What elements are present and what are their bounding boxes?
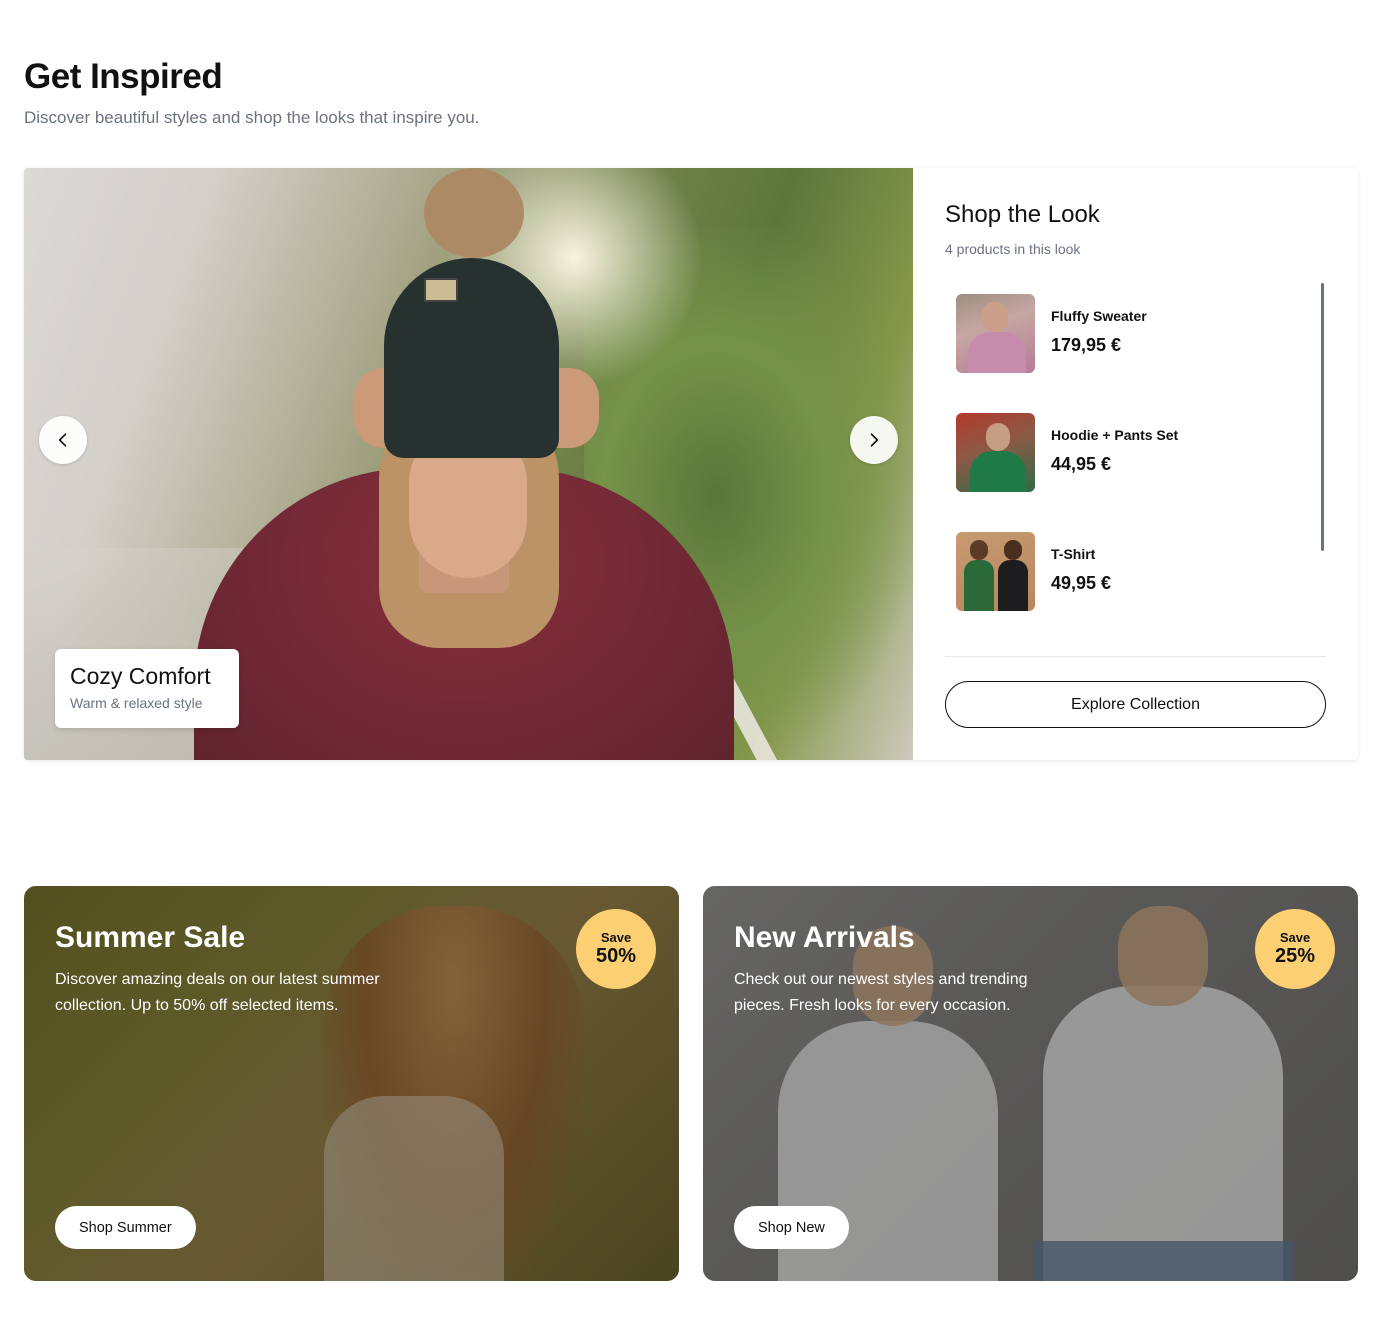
panel-subtitle: 4 products in this look bbox=[945, 241, 1081, 257]
summer-sale-description: Discover amazing deals on our latest sum… bbox=[55, 971, 380, 1014]
page-subtitle: Discover beautiful styles and shop the l… bbox=[24, 108, 480, 127]
look-hero-image: Cozy Comfort Warm & relaxed style bbox=[24, 168, 913, 760]
badge-label: Save bbox=[1279, 930, 1311, 945]
panel-divider bbox=[945, 656, 1326, 657]
shop-the-look-panel: Shop the Look 4 products in this look Fl… bbox=[913, 168, 1358, 760]
product-name[interactable]: Hoodie + Pants Set bbox=[1051, 427, 1178, 443]
shop-new-button[interactable]: Shop New bbox=[734, 1206, 849, 1249]
shop-summer-button[interactable]: Shop Summer bbox=[55, 1206, 196, 1249]
shop-the-look-card: Cozy Comfort Warm & relaxed style Shop t… bbox=[24, 168, 1358, 760]
product-list: Fluffy Sweater 179,95 € Hoodie + Pants S… bbox=[956, 293, 1296, 650]
product-price: 44,95 € bbox=[1051, 454, 1112, 474]
chevron-left-icon bbox=[58, 433, 67, 447]
chevron-right-icon bbox=[870, 433, 879, 447]
page-title: Get Inspired bbox=[24, 57, 223, 96]
look-caption-title: Cozy Comfort bbox=[70, 663, 211, 689]
new-arrivals-title: New Arrivals bbox=[734, 921, 915, 954]
look-caption-subtitle: Warm & relaxed style bbox=[70, 695, 203, 711]
new-arrivals-banner: New Arrivals Check out our newest styles… bbox=[703, 886, 1358, 1281]
product-item[interactable]: Fluffy Sweater 179,95 € bbox=[956, 293, 1296, 412]
page-header: Get Inspired Discover beautiful styles a… bbox=[24, 56, 479, 128]
discount-badge: Save 25% bbox=[1255, 909, 1335, 989]
product-thumbnail[interactable] bbox=[956, 294, 1035, 373]
product-thumbnail[interactable] bbox=[956, 413, 1035, 492]
product-item[interactable]: T-Shirt 49,95 € bbox=[956, 531, 1296, 650]
summer-sale-banner: Summer Sale Discover amazing deals on ou… bbox=[24, 886, 679, 1281]
look-caption: Cozy Comfort Warm & relaxed style bbox=[55, 649, 239, 728]
summer-sale-title: Summer Sale bbox=[55, 921, 246, 954]
carousel-next-button[interactable] bbox=[850, 416, 898, 464]
product-list-scrollbar[interactable] bbox=[1321, 283, 1324, 551]
product-thumbnail[interactable] bbox=[956, 532, 1035, 611]
product-price: 49,95 € bbox=[1051, 573, 1112, 593]
panel-title: Shop the Look bbox=[945, 201, 1100, 228]
product-name[interactable]: T-Shirt bbox=[1051, 546, 1095, 562]
new-arrivals-description: Check out our newest styles and trending… bbox=[734, 971, 1028, 1014]
product-name[interactable]: Fluffy Sweater bbox=[1051, 308, 1147, 324]
badge-value: 50% bbox=[595, 945, 637, 967]
explore-collection-button[interactable]: Explore Collection bbox=[945, 681, 1326, 728]
product-item[interactable]: Hoodie + Pants Set 44,95 € bbox=[956, 412, 1296, 531]
carousel-prev-button[interactable] bbox=[39, 416, 87, 464]
product-price: 179,95 € bbox=[1051, 335, 1122, 355]
badge-value: 25% bbox=[1274, 945, 1316, 967]
discount-badge: Save 50% bbox=[576, 909, 656, 989]
badge-label: Save bbox=[600, 930, 632, 945]
